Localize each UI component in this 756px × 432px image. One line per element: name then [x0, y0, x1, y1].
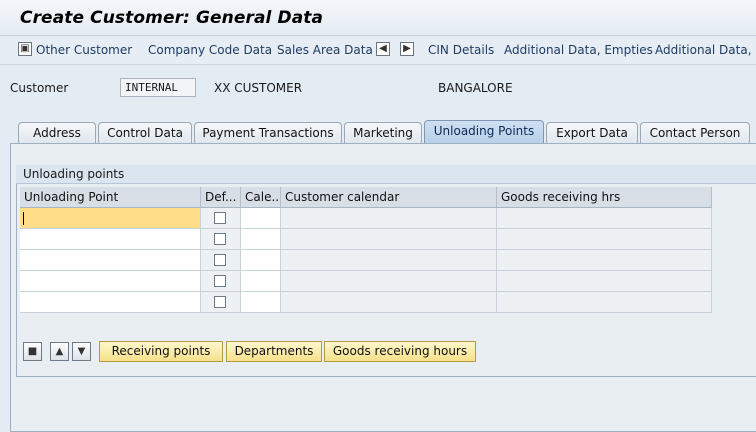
default-cell [201, 250, 241, 271]
goods-receiving-hrs-cell [497, 208, 712, 229]
unloading-point-input[interactable] [20, 229, 201, 250]
default-cell [201, 292, 241, 313]
default-checkbox[interactable] [214, 275, 226, 287]
goods-receiving-hrs-cell [497, 271, 712, 292]
customer-calendar-cell [281, 229, 497, 250]
column-header-unloading-point[interactable]: Unloading Point [20, 187, 201, 208]
additional-data-empties-button[interactable]: Additional Data, Empties [504, 43, 653, 57]
column-header-customer-calendar[interactable]: Customer calendar [281, 187, 497, 208]
unloading-point-input[interactable] [20, 208, 201, 229]
sales-area-data-button[interactable]: Sales Area Data [277, 43, 373, 57]
goods-receiving-hours-button[interactable]: Goods receiving hours [324, 341, 476, 362]
default-checkbox[interactable] [214, 254, 226, 266]
tab-control-data[interactable]: Control Data [98, 122, 192, 144]
delete-row-icon[interactable]: ■ [23, 342, 42, 361]
default-cell [201, 229, 241, 250]
insert-row-icon[interactable]: ▲ [50, 342, 69, 361]
customer-city: BANGALORE [438, 81, 513, 95]
application-toolbar: ▣ Other Customer Company Code Data Sales… [0, 37, 756, 65]
previous-screen-icon[interactable]: ◀ [376, 42, 390, 56]
column-header-calendar[interactable]: Cale... [241, 187, 281, 208]
text-cursor [23, 212, 24, 225]
customer-name: XX CUSTOMER [214, 81, 303, 95]
departments-button[interactable]: Departments [226, 341, 322, 362]
unloading-point-input[interactable] [20, 271, 201, 292]
column-header-goods-receiving-hrs[interactable]: Goods receiving hrs [497, 187, 712, 208]
goods-receiving-hrs-cell [497, 229, 712, 250]
filter-icon[interactable]: ▼ [72, 342, 91, 361]
other-customer-button[interactable]: Other Customer [36, 43, 132, 57]
default-checkbox[interactable] [214, 296, 226, 308]
tab-strip: Address Control Data Payment Transaction… [0, 120, 756, 144]
additional-data-ds-button[interactable]: Additional Data, DS [655, 43, 756, 57]
tab-unloading-points[interactable]: Unloading Points [424, 120, 544, 144]
calendar-input[interactable] [241, 250, 281, 271]
tab-contact-person[interactable]: Contact Person [640, 122, 750, 144]
customer-calendar-cell [281, 292, 497, 313]
default-cell [201, 208, 241, 229]
calendar-input[interactable] [241, 271, 281, 292]
other-customer-icon[interactable]: ▣ [18, 42, 32, 56]
default-checkbox[interactable] [214, 212, 226, 224]
unloading-point-input[interactable] [20, 292, 201, 313]
receiving-points-button[interactable]: Receiving points [99, 341, 223, 362]
customer-number-field: INTERNAL [120, 78, 196, 97]
goods-receiving-hrs-cell [497, 292, 712, 313]
group-title: Unloading points [16, 165, 756, 184]
customer-label: Customer [10, 81, 69, 95]
customer-calendar-cell [281, 250, 497, 271]
calendar-input[interactable] [241, 292, 281, 313]
tab-payment-transactions[interactable]: Payment Transactions [194, 122, 342, 144]
customer-calendar-cell [281, 271, 497, 292]
goods-receiving-hrs-cell [497, 250, 712, 271]
tab-export-data[interactable]: Export Data [546, 122, 638, 144]
next-screen-icon[interactable]: ▶ [400, 42, 414, 56]
title-bar: Create Customer: General Data [0, 0, 756, 36]
column-header-default[interactable]: Def... [201, 187, 241, 208]
customer-calendar-cell [281, 208, 497, 229]
default-cell [201, 271, 241, 292]
calendar-input[interactable] [241, 229, 281, 250]
page-title: Create Customer: General Data [20, 8, 324, 28]
tab-address[interactable]: Address [18, 122, 96, 144]
default-checkbox[interactable] [214, 233, 226, 245]
tab-marketing[interactable]: Marketing [344, 122, 422, 144]
company-code-data-button[interactable]: Company Code Data [148, 43, 272, 57]
unloading-point-input[interactable] [20, 250, 201, 271]
calendar-input[interactable] [241, 208, 281, 229]
cin-details-button[interactable]: CIN Details [428, 43, 494, 57]
